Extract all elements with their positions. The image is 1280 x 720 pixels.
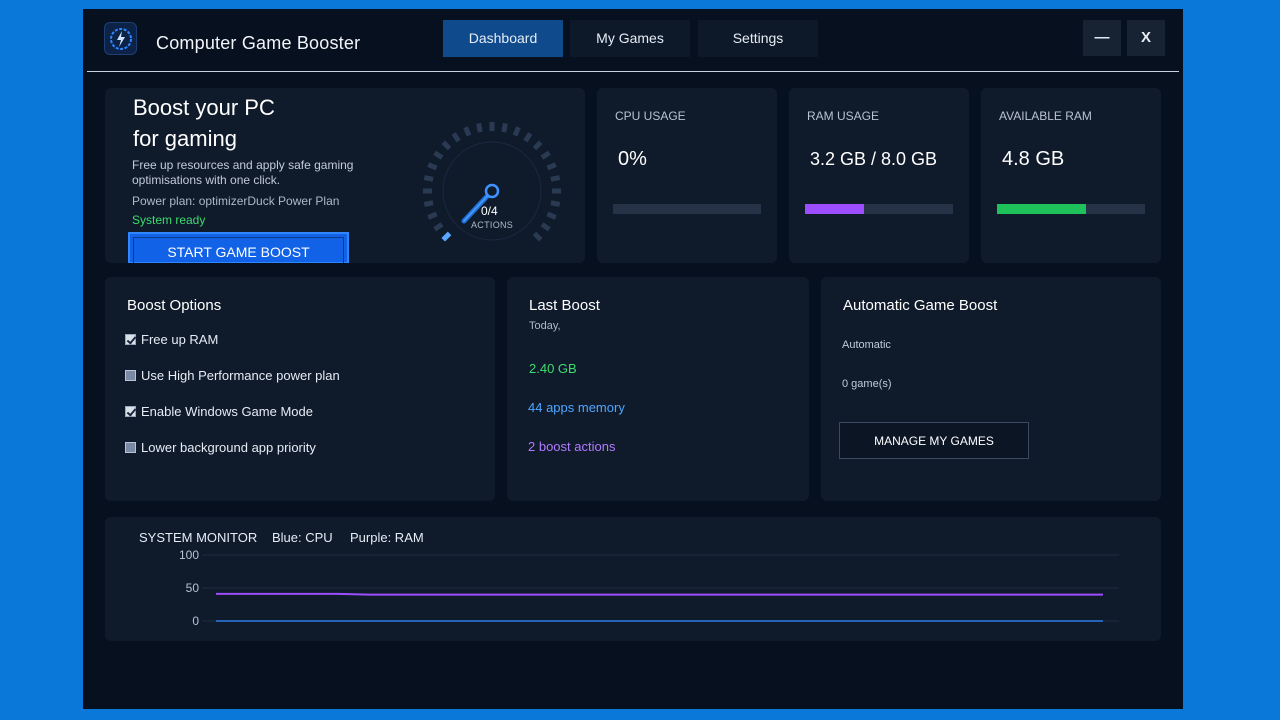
ram-usage-label: RAM USAGE — [807, 109, 880, 123]
boost-options-card: Boost Options Free up RAM Use High Perfo… — [105, 277, 495, 501]
ram-usage-value: 3.2 GB / 8.0 GB — [810, 149, 938, 169]
auto-boost-title: Automatic Game Boost — [843, 297, 998, 314]
available-ram-card: AVAILABLE RAM 4.8 GB — [981, 88, 1161, 263]
gauge-tick — [476, 122, 483, 133]
cpu-usage-value: 0% — [618, 148, 647, 170]
minimize-button[interactable]: — — [1083, 20, 1121, 56]
last-boost-actions: 2 boost actions — [528, 439, 616, 454]
gauge-tick — [427, 162, 438, 171]
gauge-tick — [512, 126, 521, 137]
last-boost-card: Last Boost Today, 2.40 GB 44 apps memory… — [507, 277, 809, 501]
gauge-tick — [532, 140, 543, 151]
monitor-chart: 100 50 0 — [179, 548, 1119, 628]
last-boost-date: Today, — [529, 320, 561, 332]
gauge-count: 0/4 — [481, 204, 498, 218]
option-free-up-ram[interactable]: Free up RAM — [125, 332, 218, 347]
monitor-y-tick: 50 — [186, 581, 200, 595]
gauge-tick — [540, 222, 551, 232]
option-label: Enable Windows Game Mode — [141, 404, 313, 419]
system-monitor-card: SYSTEM MONITOR Blue: CPU Purple: RAM 100… — [105, 517, 1161, 641]
ram-usage-card: RAM USAGE 3.2 GB / 8.0 GB — [789, 88, 969, 263]
app-title: Computer Game Booster — [156, 33, 361, 53]
gauge-hub — [484, 183, 500, 199]
available-ram-label: AVAILABLE RAM — [999, 109, 1092, 123]
checkbox[interactable] — [125, 370, 136, 381]
gauge-tick — [441, 231, 452, 242]
gauge-tick — [423, 175, 434, 182]
checkbox[interactable] — [125, 406, 136, 417]
boost-hero-card: Boost your PC for gaming Free up resourc… — [105, 88, 585, 263]
cpu-usage-card: CPU USAGE 0% — [597, 88, 777, 263]
available-ram-bar-fill — [997, 204, 1086, 214]
available-ram-value: 4.8 GB — [1002, 148, 1065, 170]
gauge-tick — [423, 200, 434, 207]
ram-series-line — [216, 592, 1103, 596]
hero-description: Free up resources and apply safe gaming … — [132, 158, 354, 187]
gauge-tick — [546, 211, 557, 220]
hero-title-line2: for gaming — [133, 126, 237, 151]
ram-usage-bar-fill — [805, 204, 865, 214]
option-windows-game-mode[interactable]: Enable Windows Game Mode — [125, 404, 313, 419]
gauge-tick — [540, 150, 551, 160]
start-game-boost-label: START GAME BOOST — [167, 244, 310, 260]
gauge-tick — [523, 132, 533, 143]
auto-boost-card: Automatic Game Boost Automatic 0 game(s)… — [821, 277, 1161, 501]
tab-settings[interactable]: Settings — [698, 20, 818, 57]
gauge-tick — [463, 126, 472, 137]
last-boost-title: Last Boost — [529, 297, 600, 314]
cpu-usage-bar — [613, 204, 761, 214]
gauge-tick — [546, 162, 557, 171]
option-label: Use High Performance power plan — [141, 368, 340, 383]
tab-dashboard[interactable]: Dashboard — [443, 20, 563, 57]
option-label: Free up RAM — [141, 332, 219, 347]
gauge-tick — [427, 211, 438, 220]
gauge-tick — [532, 231, 543, 242]
ram-usage-bar — [805, 204, 953, 214]
gauge-tick — [550, 175, 561, 182]
option-high-performance-plan[interactable]: Use High Performance power plan — [125, 368, 340, 383]
close-button[interactable]: X — [1127, 20, 1165, 56]
system-status-text: System ready — [132, 213, 206, 227]
monitor-y-tick: 0 — [192, 614, 199, 628]
gauge-tick — [433, 150, 444, 160]
gauge-tick — [451, 132, 461, 143]
checkbox[interactable] — [125, 334, 136, 345]
gauge-tick — [550, 200, 561, 207]
gauge-tick — [501, 122, 508, 133]
last-boost-apps: 44 apps memory — [528, 400, 625, 415]
auto-boost-count: 0 game(s) — [842, 378, 892, 390]
power-plan-text: Power plan: optimizerDuck Power Plan — [132, 194, 340, 208]
tab-my-games[interactable]: My Games — [570, 20, 690, 57]
speedometer-icon — [104, 22, 137, 55]
app-window: Computer Game Booster Dashboard My Games… — [83, 9, 1183, 709]
gauge-tick — [433, 222, 444, 232]
start-game-boost-button[interactable]: START GAME BOOST — [128, 232, 349, 263]
title-divider — [87, 71, 1179, 72]
last-boost-freed: 2.40 GB — [529, 361, 577, 376]
hero-title: Boost your PC for gaming — [133, 92, 275, 154]
gauge-tick — [441, 140, 452, 151]
option-lower-bg-priority[interactable]: Lower background app priority — [125, 440, 316, 455]
option-label: Lower background app priority — [141, 440, 316, 455]
gauge-label: ACTIONS — [471, 220, 514, 230]
boost-options-title: Boost Options — [127, 297, 222, 314]
checkbox[interactable] — [125, 442, 136, 453]
cpu-usage-label: CPU USAGE — [615, 109, 686, 123]
auto-boost-mode: Automatic — [842, 339, 891, 351]
manage-my-games-button[interactable]: MANAGE MY GAMES — [839, 422, 1029, 459]
monitor-y-tick: 100 — [179, 548, 199, 562]
hero-title-line1: Boost your PC — [133, 95, 275, 120]
available-ram-bar — [997, 204, 1145, 214]
